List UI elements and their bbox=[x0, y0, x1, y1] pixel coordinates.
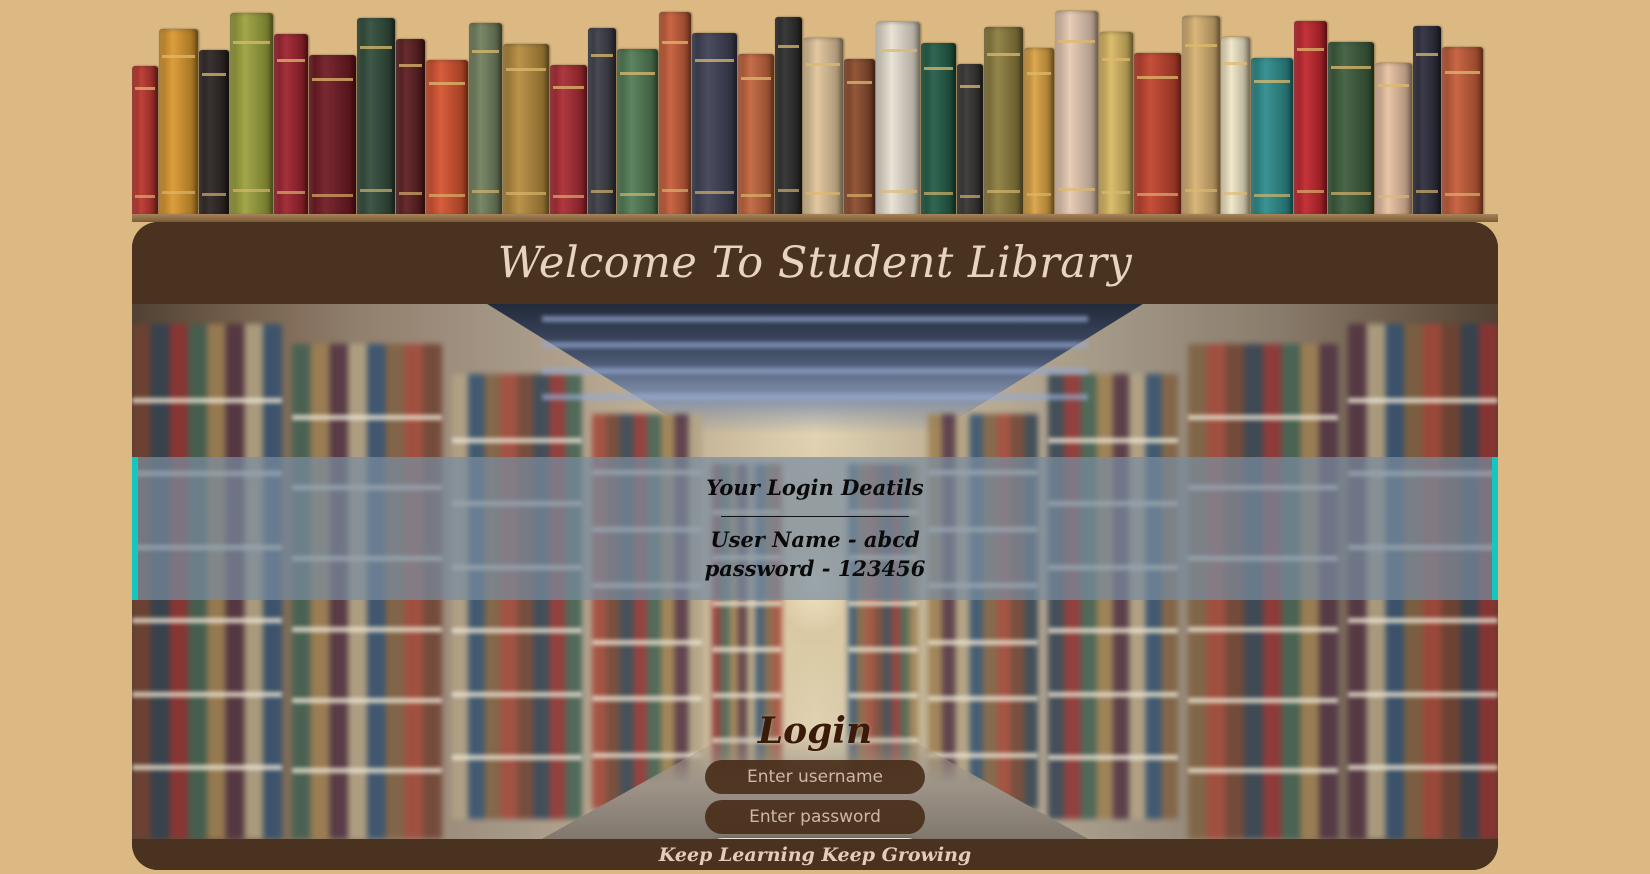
ceiling-light-stripe bbox=[541, 342, 1089, 348]
book-spine bbox=[309, 55, 356, 216]
book-spine bbox=[426, 60, 468, 216]
login-details-heading: Your Login Deatils bbox=[706, 475, 924, 500]
library-background: Your Login Deatils User Name - abcd pass… bbox=[132, 304, 1498, 839]
book-spine bbox=[1251, 58, 1293, 216]
login-details-password: password - 123456 bbox=[704, 556, 926, 581]
book-spine bbox=[1182, 16, 1220, 216]
login-title: Login bbox=[757, 710, 873, 752]
book-spine bbox=[503, 44, 549, 216]
book-spine bbox=[1375, 63, 1412, 216]
book-spine bbox=[692, 33, 737, 216]
book-spine bbox=[588, 28, 616, 216]
book-spine bbox=[1413, 26, 1441, 216]
book-spine bbox=[1099, 32, 1133, 216]
book-spine bbox=[1024, 48, 1054, 216]
book-spine bbox=[132, 66, 158, 216]
password-input[interactable] bbox=[705, 800, 925, 834]
ceiling-light-stripe bbox=[541, 316, 1089, 322]
username-input[interactable] bbox=[705, 760, 925, 794]
bookshelf-banner bbox=[132, 0, 1498, 222]
ceiling-light-stripe bbox=[541, 394, 1089, 400]
login-details-panel: Your Login Deatils User Name - abcd pass… bbox=[132, 457, 1498, 600]
book-spine bbox=[550, 65, 587, 216]
book-spine bbox=[274, 34, 308, 216]
page-title: Welcome To Student Library bbox=[497, 238, 1133, 288]
book-spine bbox=[984, 27, 1023, 216]
book-spine bbox=[803, 38, 843, 216]
book-spine bbox=[957, 64, 983, 216]
book-spine bbox=[659, 12, 691, 216]
page-footer: Keep Learning Keep Growing bbox=[132, 839, 1498, 870]
main-panel: Welcome To Student Library Your Login De… bbox=[132, 222, 1498, 870]
ceiling-light-stripe bbox=[541, 368, 1089, 374]
book-spine bbox=[775, 17, 802, 216]
book-spine bbox=[921, 43, 956, 216]
book-spine bbox=[396, 39, 425, 216]
page-header: Welcome To Student Library bbox=[132, 222, 1498, 304]
book-spine bbox=[199, 50, 229, 216]
shelf-board bbox=[132, 214, 1498, 222]
book-spine bbox=[844, 59, 875, 216]
book-spine bbox=[159, 29, 198, 216]
book-spine bbox=[469, 23, 502, 216]
book-spine bbox=[617, 49, 658, 216]
book-spine bbox=[230, 13, 273, 216]
book-spine bbox=[1294, 21, 1327, 216]
login-details-divider bbox=[721, 516, 909, 517]
book-spine bbox=[876, 22, 920, 216]
book-spine bbox=[1055, 11, 1098, 216]
footer-tagline: Keep Learning Keep Growing bbox=[658, 843, 972, 866]
book-spine bbox=[1221, 37, 1250, 216]
book-spine bbox=[738, 54, 774, 216]
book-spine bbox=[1134, 53, 1181, 216]
book-spine bbox=[1328, 42, 1374, 216]
book-spine bbox=[1442, 47, 1483, 216]
book-spine bbox=[357, 18, 395, 216]
login-details-username: User Name - abcd bbox=[710, 527, 920, 552]
